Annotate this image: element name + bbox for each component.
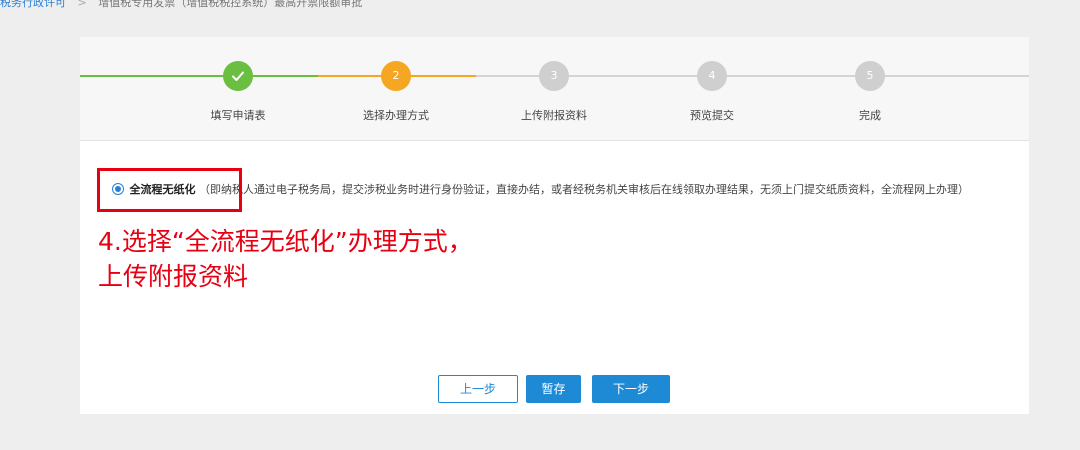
progress-steps: 填写申请表 2 选择办理方式 3 上传附报资料 4 预览提交 5 完成 — [80, 37, 1029, 141]
instruction-annotation: 4.选择“全流程无纸化”办理方式， 上传附报资料 — [98, 224, 473, 294]
breadcrumb-current: 增值税专用发票（增值税税控系统）最高开票限额审批 — [98, 0, 363, 8]
save-draft-button[interactable]: 暂存 — [526, 375, 581, 403]
breadcrumb-separator: > — [77, 0, 87, 8]
paperless-option[interactable]: 全流程无纸化 （即纳税人通过电子税务局，提交涉税业务时进行身份验证，直接办结，或… — [112, 181, 1002, 197]
step-number: 3 — [539, 61, 569, 91]
step-number: 2 — [381, 61, 411, 91]
prev-step-button[interactable]: 上一步 — [438, 375, 518, 403]
breadcrumb: 税务行政许可 > 增值税专用发票（增值税税控系统）最高开票限额审批 — [0, 0, 1080, 8]
annotation-line-2: 上传附报资料 — [98, 262, 249, 291]
step-label: 预览提交 — [690, 109, 734, 122]
breadcrumb-link[interactable]: 税务行政许可 — [0, 0, 66, 8]
highlight-box — [97, 168, 242, 212]
option-description: （即纳税人通过电子税务局，提交涉税业务时进行身份验证，直接办结，或者经税务机关审… — [199, 183, 969, 196]
step-label: 完成 — [859, 109, 881, 122]
next-step-button[interactable]: 下一步 — [592, 375, 670, 403]
step-1-check-icon — [223, 61, 253, 91]
step-label: 选择办理方式 — [363, 109, 429, 122]
annotation-line-1: 4.选择“全流程无纸化”办理方式， — [98, 227, 473, 256]
step-number: 4 — [697, 61, 727, 91]
step-label: 填写申请表 — [210, 109, 266, 122]
progress-line-done — [80, 75, 318, 77]
check-icon — [232, 71, 244, 81]
step-label: 上传附报资料 — [521, 109, 587, 122]
step-number: 5 — [855, 61, 885, 91]
